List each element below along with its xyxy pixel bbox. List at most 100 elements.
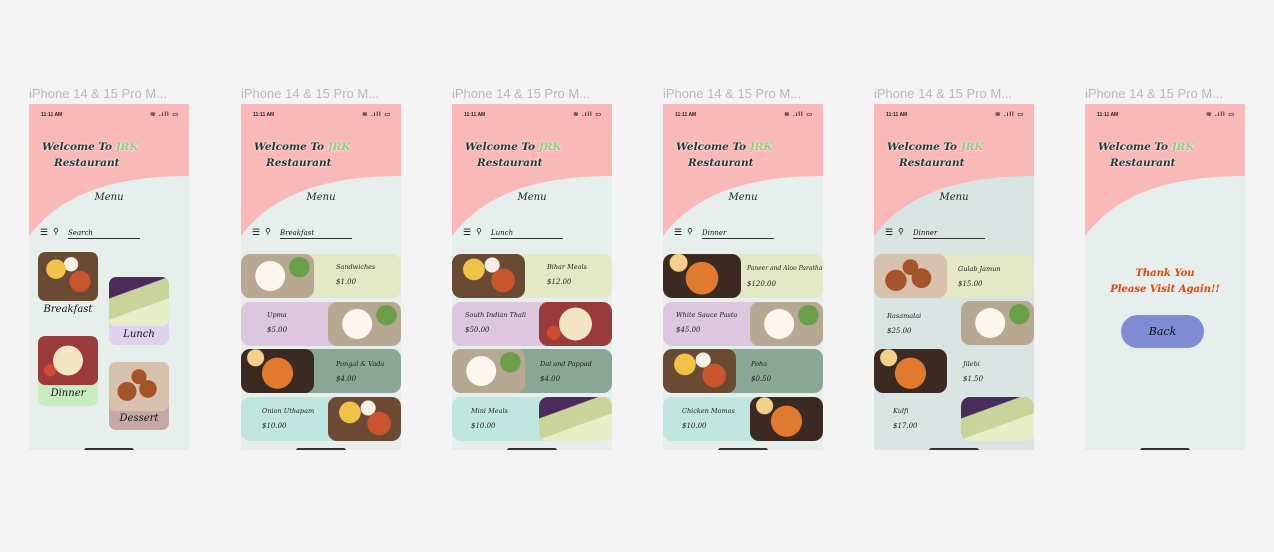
food-image xyxy=(750,397,823,441)
welcome-restaurant: Restaurant xyxy=(54,157,120,169)
food-image xyxy=(241,254,314,298)
phone-thanks-screen: 11:11 AM ≋ .ıll ▭ Welcome To JRK Restaur… xyxy=(1085,104,1245,450)
visit-again-line: Please Visit Again!! xyxy=(1110,284,1220,295)
category-tile-dessert[interactable]: Dessert xyxy=(109,362,169,430)
item-name: Dal and Pappad xyxy=(540,360,592,368)
search-bar[interactable]: ☰ ⚲ Breakfast xyxy=(252,227,352,239)
item-price: $12.00 xyxy=(547,278,572,286)
menu-item-card[interactable]: White Sauce Pasta $45.00 xyxy=(663,302,823,346)
menu-item-card[interactable]: Paneer and Aloo Paratha $120.00 xyxy=(663,254,823,298)
status-bar: 11:11 AM ≋ .ıll ▭ xyxy=(675,112,813,120)
menu-item-card[interactable]: South Indian Thali $50.00 xyxy=(452,302,612,346)
header-curve-shape xyxy=(241,104,401,236)
home-indicator[interactable] xyxy=(296,448,346,450)
search-icon[interactable]: ⚲ xyxy=(687,227,693,236)
item-price: $4.00 xyxy=(540,375,561,383)
hamburger-menu-icon[interactable]: ☰ xyxy=(885,227,893,238)
frame-title-dessert: iPhone 14 & 15 Pro M... xyxy=(874,86,1013,101)
category-tile-lunch[interactable]: Lunch xyxy=(109,277,169,345)
home-indicator[interactable] xyxy=(929,448,979,450)
back-button[interactable]: Back xyxy=(1121,315,1204,348)
food-image xyxy=(241,349,314,393)
search-bar[interactable]: ☰ ⚲ Dinner xyxy=(885,227,985,239)
brand-name: JRK xyxy=(538,141,562,153)
search-icon[interactable]: ⚲ xyxy=(476,227,482,236)
menu-item-card[interactable]: Kulfi $17.00 xyxy=(874,397,1034,441)
welcome-text: Welcome To xyxy=(42,141,116,153)
hamburger-menu-icon[interactable]: ☰ xyxy=(40,227,48,238)
item-name: Poha xyxy=(751,360,768,368)
search-bar[interactable]: ☰ ⚲ Lunch xyxy=(463,227,563,239)
dessert-image xyxy=(109,362,169,411)
item-name: South Indian Thali xyxy=(465,311,527,319)
search-icon[interactable]: ⚲ xyxy=(898,227,904,236)
header-curve-shape xyxy=(663,104,823,236)
welcome-heading: Welcome To JRK Restaurant xyxy=(1098,139,1195,171)
welcome-text: Welcome To xyxy=(465,141,539,153)
status-time: 11:11 AM xyxy=(464,112,486,118)
home-indicator[interactable] xyxy=(718,448,768,450)
home-indicator[interactable] xyxy=(1140,448,1190,450)
menu-item-card[interactable]: Onion Uthapam $10.00 xyxy=(241,397,401,441)
search-icon[interactable]: ⚲ xyxy=(53,227,59,236)
status-time: 11:11 AM xyxy=(675,112,697,118)
lunch-image xyxy=(109,277,169,326)
home-indicator[interactable] xyxy=(84,448,134,450)
frame-title-breakfast: iPhone 14 & 15 Pro M... xyxy=(241,86,380,101)
search-input[interactable]: Dinner xyxy=(913,229,985,239)
menu-item-card[interactable]: Dal and Pappad $4.00 xyxy=(452,349,612,393)
search-input[interactable]: Search xyxy=(68,229,140,239)
search-input[interactable]: Lunch xyxy=(491,229,563,239)
welcome-restaurant: Restaurant xyxy=(1110,157,1176,169)
hamburger-menu-icon[interactable]: ☰ xyxy=(463,227,471,238)
header-curve-shape xyxy=(452,104,612,236)
brand-name: JRK xyxy=(115,141,139,153)
frame-title-dinner: iPhone 14 & 15 Pro M... xyxy=(663,86,802,101)
status-bar: 11:11 AM ≋ .ıll ▭ xyxy=(1097,112,1235,120)
signal-wifi-battery-icon: ≋ .ıll ▭ xyxy=(150,112,179,118)
menu-item-card[interactable]: Jilebi $1.50 xyxy=(874,349,1034,393)
item-price: $0.50 xyxy=(751,375,772,383)
food-image xyxy=(663,349,736,393)
home-indicator[interactable] xyxy=(507,448,557,450)
item-name: Bihar Meals xyxy=(547,263,587,271)
frame-title-home: iPhone 14 & 15 Pro M... xyxy=(29,86,168,101)
category-tile-dinner[interactable]: Dinner xyxy=(38,336,98,406)
item-name: Onion Uthapam xyxy=(262,407,315,415)
item-price: $15.00 xyxy=(958,280,983,288)
menu-item-card[interactable]: Gulab Jamun $15.00 xyxy=(874,254,1034,298)
item-name: Chicken Momos xyxy=(682,407,735,415)
food-image xyxy=(961,301,1034,345)
search-input[interactable]: Breakfast xyxy=(280,229,352,239)
item-name: Mini Meals xyxy=(471,407,508,415)
menu-item-card[interactable]: Sandwiches $1.00 xyxy=(241,254,401,298)
search-input[interactable]: Dinner xyxy=(702,229,774,239)
item-name: Pongal & Vada xyxy=(336,360,385,368)
welcome-restaurant: Restaurant xyxy=(477,157,543,169)
item-name: Sandwiches xyxy=(336,263,376,271)
menu-item-card[interactable]: Poha $0.50 xyxy=(663,349,823,393)
menu-item-card[interactable]: Rasamalai $25.00 xyxy=(874,301,1034,345)
search-bar[interactable]: ☰ ⚲ Search xyxy=(40,227,140,239)
status-time: 11:11 AM xyxy=(253,112,275,118)
hamburger-menu-icon[interactable]: ☰ xyxy=(252,227,260,238)
category-tile-breakfast[interactable]: Breakfast xyxy=(38,252,98,322)
signal-wifi-battery-icon: ≋ .ıll ▭ xyxy=(1206,112,1235,118)
menu-title: Menu xyxy=(517,192,547,203)
header-curve-shape xyxy=(874,104,1034,236)
search-icon[interactable]: ⚲ xyxy=(265,227,271,236)
category-label-lunch: Lunch xyxy=(123,329,155,340)
item-price: $5.00 xyxy=(267,326,288,334)
phone-lunch-screen: 11:11 AM ≋ .ıll ▭ Welcome To JRK Restaur… xyxy=(452,104,612,450)
hamburger-menu-icon[interactable]: ☰ xyxy=(674,227,682,238)
menu-title: Menu xyxy=(306,192,336,203)
menu-item-card[interactable]: Chicken Momos $10.00 xyxy=(663,397,823,441)
phone-home-screen: 11:11 AM ≋ .ıll ▭ Welcome To JRK Restaur… xyxy=(29,104,189,450)
menu-item-card[interactable]: Pongal & Vada $4.00 xyxy=(241,349,401,393)
search-bar[interactable]: ☰ ⚲ Dinner xyxy=(674,227,774,239)
status-bar: 11:11 AM ≋ .ıll ▭ xyxy=(464,112,602,120)
menu-item-card[interactable]: Bihar Meals $12.00 xyxy=(452,254,612,298)
menu-item-card[interactable]: Mini Meals $10.00 xyxy=(452,397,612,441)
item-price: $4.00 xyxy=(336,375,357,383)
menu-item-card[interactable]: Upma $5.00 xyxy=(241,302,401,346)
